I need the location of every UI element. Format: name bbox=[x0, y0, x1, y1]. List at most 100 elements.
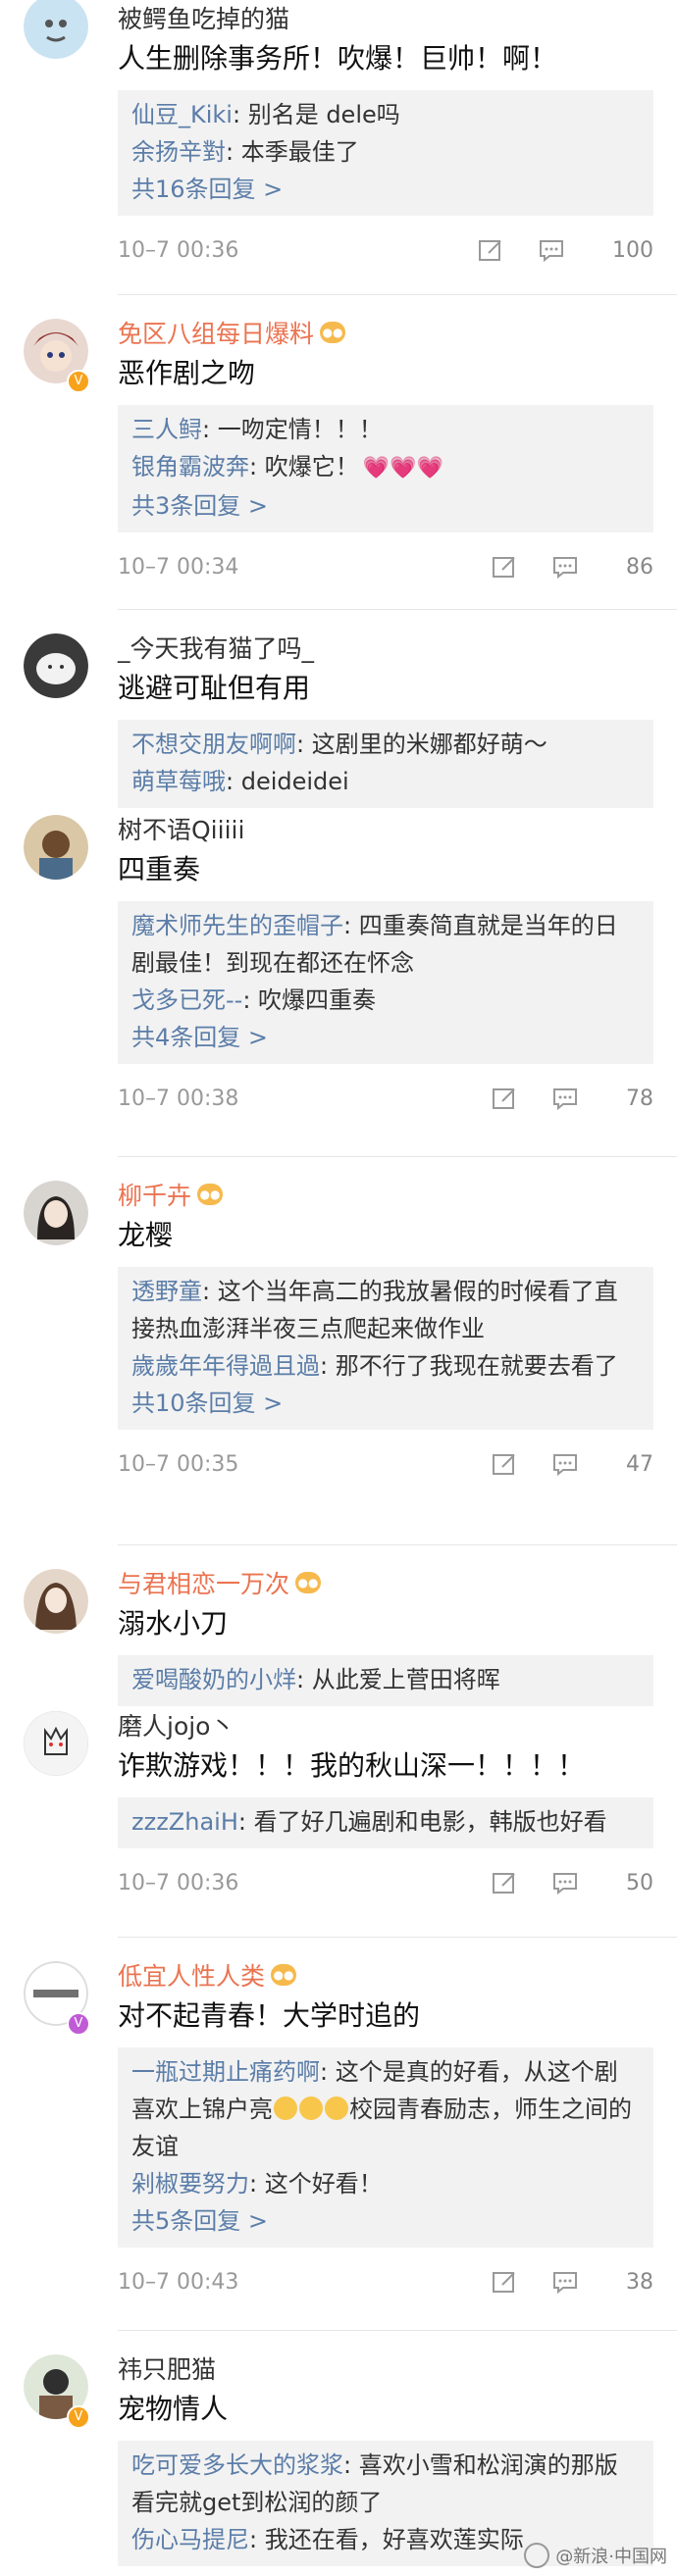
like-button[interactable]: 47 bbox=[616, 1452, 653, 1477]
reply-author[interactable]: 魔术师先生的歪帽子 bbox=[131, 912, 343, 939]
comment-footer: 10–7 00:34 86 bbox=[118, 532, 653, 601]
reply-author[interactable]: 仙豆_Kiki bbox=[131, 101, 233, 128]
repost-icon[interactable] bbox=[491, 1869, 518, 1896]
reply-item: 不想交朋友啊啊: 这剧里的米娜都好萌～ bbox=[131, 726, 640, 763]
comment-item: _今天我有猫了吗_ 逃避可耻但有用 不想交朋友啊啊: 这剧里的米娜都好萌～ 萌草… bbox=[0, 610, 677, 811]
commenter-name[interactable]: 磨人jojo丶 bbox=[118, 1707, 234, 1743]
reply-author[interactable]: zzzZhaiH bbox=[131, 1808, 238, 1836]
repost-icon[interactable] bbox=[491, 2268, 518, 2296]
more-replies-link[interactable]: 共4条回复 > bbox=[131, 1019, 640, 1056]
verified-badge-icon: V bbox=[67, 370, 90, 393]
more-replies-link[interactable]: 共5条回复 > bbox=[131, 2202, 640, 2240]
more-replies-link[interactable]: 共16条回复 > bbox=[131, 171, 640, 208]
like-count: 86 bbox=[626, 554, 653, 580]
comment-icon[interactable] bbox=[551, 1085, 579, 1112]
reply-item: 爱喝酸奶的小烊: 从此爱上菅田将晖 bbox=[131, 1661, 640, 1698]
reply-author[interactable]: 戈多已死-- bbox=[131, 986, 242, 1014]
more-replies-link[interactable]: 共3条回复 > bbox=[131, 487, 640, 525]
comment-icon[interactable] bbox=[551, 1869, 579, 1896]
comment-icon[interactable] bbox=[551, 1450, 579, 1478]
comment-icon[interactable] bbox=[538, 236, 565, 264]
comment-text: 龙樱 bbox=[118, 1219, 174, 1251]
like-button[interactable]: 50 bbox=[616, 1871, 653, 1895]
commenter-name[interactable]: 祎只肥猫 bbox=[118, 2350, 216, 2386]
comment-icon[interactable] bbox=[551, 553, 579, 581]
reply-author[interactable]: 吃可爱多长大的浆浆 bbox=[131, 2451, 343, 2479]
fan-badge-icon: ●● bbox=[271, 1964, 297, 1986]
reply-item: 余扬辛對: 本季最佳了 bbox=[131, 133, 640, 171]
commenter-name[interactable]: 与君相恋一万次 bbox=[118, 1565, 289, 1600]
comment-item: V 祎只肥猫 宠物情人 吃可爱多长大的浆浆: 喜欢小雪和松润演的那版 看完就ge… bbox=[0, 2331, 677, 2566]
commenter-name[interactable]: _今天我有猫了吗_ bbox=[118, 630, 314, 665]
reply-text: : 这个当年高二的我放暑假的时候看了直接热血澎湃半夜三点爬起来做作业 bbox=[131, 1278, 618, 1342]
comment-item: 与君相恋一万次 ●● 溺水小刀 爱喝酸奶的小烊: 从此爱上菅田将晖 bbox=[0, 1545, 677, 1707]
reply-box[interactable]: zzzZhaiH: 看了好几遍剧和电影，韩版也好看 bbox=[118, 1797, 653, 1848]
reply-author[interactable]: 爱喝酸奶的小烊 bbox=[131, 1666, 296, 1693]
comment-text: 恶作剧之吻 bbox=[118, 357, 256, 389]
like-button[interactable]: 38 bbox=[616, 2270, 653, 2295]
reply-text-tail: 实际 bbox=[476, 2526, 524, 2553]
reply-box[interactable]: 透野童: 这个当年高二的我放暑假的时候看了直接热血澎湃半夜三点爬起来做作业 歲歲… bbox=[118, 1267, 653, 1430]
commenter-name[interactable]: 被鳄鱼吃掉的猫 bbox=[118, 0, 289, 35]
comment-item: 磨人jojo丶 诈欺游戏！！！我的秋山深一！！！！ zzzZhaiH: 看了好几… bbox=[0, 1707, 677, 1937]
repost-icon[interactable] bbox=[491, 553, 518, 581]
reply-author[interactable]: 透野童 bbox=[131, 1278, 202, 1305]
reply-box[interactable]: 魔术师先生的歪帽子: 四重奏简直就是当年的日剧最佳！到现在都还在怀念 戈多已死-… bbox=[118, 901, 653, 1064]
like-count: 100 bbox=[612, 237, 653, 263]
avatar[interactable] bbox=[24, 1181, 88, 1245]
reply-item: 剁椒要努力: 这个好看！ bbox=[131, 2165, 640, 2202]
reply-author[interactable]: 不想交朋友啊啊 bbox=[131, 731, 296, 758]
watermark-text: @新浪·中国网 bbox=[555, 2547, 667, 2567]
emoji-icon bbox=[299, 2096, 323, 2120]
reply-item: 三人鲟: 一吻定情！！！ bbox=[131, 411, 640, 448]
reply-box[interactable]: 仙豆_Kiki: 别名是 dele吗 余扬辛對: 本季最佳了 共16条回复 > bbox=[118, 90, 653, 216]
like-button[interactable]: 86 bbox=[616, 555, 653, 580]
avatar[interactable] bbox=[24, 633, 88, 698]
comment-text: 人生删除事务所！吹爆！巨帅！啊！ bbox=[118, 42, 558, 75]
reply-author[interactable]: 剁椒要努力 bbox=[131, 2170, 249, 2197]
reply-author[interactable]: 伤心马提尼 bbox=[131, 2526, 249, 2553]
commenter-name[interactable]: 免区八组每日爆料 bbox=[118, 315, 314, 350]
like-count: 78 bbox=[626, 1086, 653, 1111]
reply-box[interactable]: 一瓶过期止痛药啊: 这个是真的好看，从这个剧喜欢上锦户亮 校园青春励志，师生之间的… bbox=[118, 2047, 653, 2248]
like-button[interactable]: 78 bbox=[616, 1086, 653, 1111]
avatar[interactable] bbox=[24, 815, 88, 880]
reply-box[interactable]: 爱喝酸奶的小烊: 从此爱上菅田将晖 bbox=[118, 1655, 653, 1706]
avatar[interactable] bbox=[24, 0, 88, 59]
avatar[interactable] bbox=[24, 1569, 88, 1634]
reply-box[interactable]: 三人鲟: 一吻定情！！！ 银角霸波奔: 吹爆它！ 💗💗💗 共3条回复 > bbox=[118, 405, 653, 532]
repost-icon[interactable] bbox=[491, 1450, 518, 1478]
commenter-name[interactable]: 低宜人性人类 bbox=[118, 1957, 265, 1993]
commenter-name[interactable]: 树不语Qiiiii bbox=[118, 811, 244, 846]
reply-author[interactable]: 三人鲟 bbox=[131, 416, 202, 443]
reply-box[interactable]: 不想交朋友啊啊: 这剧里的米娜都好萌～ 萌草莓哦: deideidei bbox=[118, 720, 653, 808]
reply-item: 戈多已死--: 吹爆四重奏 bbox=[131, 982, 640, 1019]
verified-badge-icon: V bbox=[67, 2012, 90, 2036]
repost-icon[interactable] bbox=[491, 1085, 518, 1112]
repost-icon[interactable] bbox=[477, 236, 504, 264]
reply-author[interactable]: 萌草莓哦 bbox=[131, 768, 226, 795]
comment-icon[interactable] bbox=[551, 2268, 579, 2296]
like-button[interactable]: 100 bbox=[602, 238, 653, 263]
reply-text: : 吹爆四重奏 bbox=[242, 986, 377, 1014]
reply-item: 银角霸波奔: 吹爆它！ 💗💗💗 bbox=[131, 448, 640, 487]
emoji-icon bbox=[274, 2096, 297, 2120]
reply-author[interactable]: 余扬辛對 bbox=[131, 138, 226, 166]
commenter-name[interactable]: 柳千卉 bbox=[118, 1177, 191, 1212]
comment-footer: 10–7 00:43 38 bbox=[118, 2248, 653, 2316]
reply-author[interactable]: 银角霸波奔 bbox=[131, 453, 249, 480]
more-replies-link[interactable]: 共10条回复 > bbox=[131, 1385, 640, 1422]
reply-item: 透野童: 这个当年高二的我放暑假的时候看了直接热血澎湃半夜三点爬起来做作业 bbox=[131, 1273, 640, 1347]
verified-badge-icon: V bbox=[67, 2405, 90, 2429]
avatar[interactable] bbox=[24, 1711, 88, 1776]
reply-author[interactable]: 歲歲年年得過且過 bbox=[131, 1352, 320, 1380]
fan-badge-icon: ●● bbox=[197, 1184, 224, 1205]
reply-item: 一瓶过期止痛药啊: 这个是真的好看，从这个剧喜欢上锦户亮 校园青春励志，师生之间的… bbox=[131, 2053, 640, 2165]
reply-text: : deideidei bbox=[226, 768, 349, 795]
reply-item: 吃可爱多长大的浆浆: 喜欢小雪和松润演的那版 看完就get到松润的颜了 bbox=[131, 2447, 640, 2521]
like-count: 47 bbox=[626, 1451, 653, 1477]
reply-author[interactable]: 一瓶过期止痛药啊 bbox=[131, 2058, 320, 2086]
comment-footer: 10–7 00:35 47 bbox=[118, 1430, 653, 1498]
reply-item: 歲歲年年得過且過: 那不行了我现在就要去看了 bbox=[131, 1347, 640, 1385]
timestamp: 10–7 00:38 bbox=[118, 1086, 239, 1111]
